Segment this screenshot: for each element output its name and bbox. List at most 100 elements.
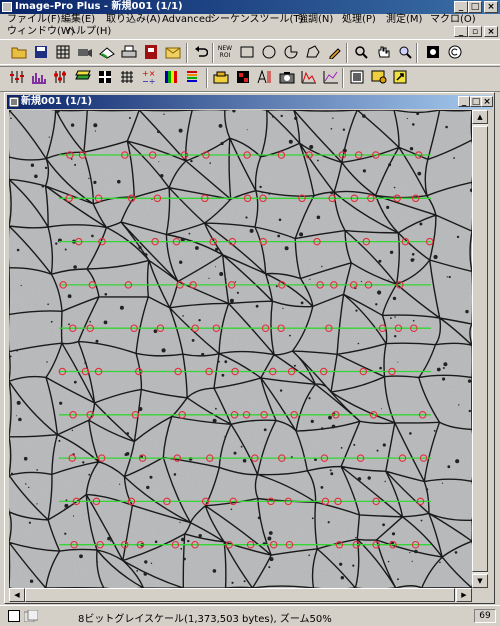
status-select-icon[interactable] bbox=[8, 610, 20, 622]
close-button[interactable]: × bbox=[484, 1, 498, 13]
scroll-left-arrow-icon[interactable]: ◀ bbox=[9, 588, 25, 602]
pit-speck bbox=[73, 265, 77, 269]
database-icon[interactable] bbox=[142, 43, 160, 61]
pit-speck bbox=[367, 476, 371, 480]
scroll-right-arrow-icon[interactable]: ▶ bbox=[456, 588, 472, 602]
grain-structure-canvas[interactable] bbox=[9, 110, 472, 588]
pit-speck bbox=[299, 232, 304, 237]
micrograph-image[interactable] bbox=[9, 110, 472, 588]
menu-process[interactable]: 処理(P) bbox=[342, 14, 376, 26]
grid-icon[interactable] bbox=[54, 43, 72, 61]
target-icon[interactable] bbox=[424, 43, 442, 61]
pit-speck bbox=[242, 458, 247, 463]
layers-icon[interactable] bbox=[74, 68, 92, 86]
pit-speck bbox=[263, 428, 267, 432]
bitmap-grid-icon[interactable] bbox=[118, 68, 136, 86]
segmentation-icon[interactable] bbox=[234, 68, 252, 86]
print-icon[interactable] bbox=[120, 43, 138, 61]
scroll-up-arrow-icon[interactable]: ▲ bbox=[472, 110, 488, 124]
vertical-scrollbar[interactable]: ▲ ▼ bbox=[472, 110, 488, 588]
magnifier-icon[interactable] bbox=[396, 43, 414, 61]
app-title-bar: Image-Pro Plus - 新規001 (1/1) _ □ × bbox=[0, 0, 500, 14]
menu-help[interactable]: ヘルプ(H) bbox=[66, 26, 111, 38]
pit-speck bbox=[144, 253, 148, 257]
pan-hand-icon[interactable] bbox=[374, 43, 392, 61]
rectangle-tool-icon[interactable] bbox=[238, 43, 256, 61]
new-roi-button[interactable]: NEW ROI bbox=[216, 43, 234, 61]
pit-speck bbox=[388, 279, 390, 281]
doc-restore-button[interactable]: ▫ bbox=[468, 26, 482, 37]
pit-speck bbox=[294, 116, 298, 120]
pit-speck bbox=[18, 417, 22, 422]
pen-tool-icon[interactable] bbox=[326, 43, 344, 61]
snapshot-icon[interactable] bbox=[278, 68, 296, 86]
menu-edit[interactable]: 編集(E) bbox=[61, 14, 95, 26]
pit-speck bbox=[64, 503, 69, 508]
level-adjust-icon[interactable] bbox=[8, 68, 26, 86]
menu-sequence-tools[interactable]: シーケンスツール(T) bbox=[210, 14, 303, 26]
save-icon[interactable] bbox=[32, 43, 50, 61]
doc-minimize-button[interactable]: _ bbox=[454, 26, 468, 37]
undo-icon[interactable] bbox=[192, 43, 210, 61]
pit-speck bbox=[208, 277, 210, 279]
vertical-scroll-thumb[interactable] bbox=[472, 126, 488, 572]
crosshair-icon[interactable] bbox=[96, 68, 114, 86]
line-profile-icon[interactable] bbox=[300, 68, 318, 86]
minimize-button[interactable]: _ bbox=[454, 1, 468, 13]
freehand-tool-icon[interactable] bbox=[282, 43, 300, 61]
polygon-tool-icon[interactable] bbox=[304, 43, 322, 61]
menu-enhance[interactable]: 強調(N) bbox=[298, 14, 333, 26]
pit-speck bbox=[388, 163, 392, 167]
pit-speck bbox=[386, 205, 390, 209]
menu-acquire[interactable]: 取り込み(A) bbox=[106, 14, 161, 26]
pit-speck bbox=[439, 561, 441, 564]
horizontal-scrollbar[interactable]: ◀ ▶ bbox=[9, 588, 472, 602]
copyright-icon[interactable] bbox=[446, 43, 464, 61]
macro-icon[interactable] bbox=[370, 68, 388, 86]
open-icon[interactable] bbox=[10, 43, 28, 61]
scanner-icon[interactable] bbox=[98, 43, 116, 61]
maximize-button[interactable]: □ bbox=[468, 1, 482, 13]
menu-window[interactable]: ウィンドウ(W) bbox=[7, 26, 75, 38]
pit-speck bbox=[454, 551, 458, 554]
pit-speck bbox=[433, 430, 436, 432]
pit-speck bbox=[103, 320, 108, 325]
doc-window-minimize-button[interactable]: _ bbox=[458, 96, 470, 107]
ellipse-tool-icon[interactable] bbox=[260, 43, 278, 61]
doc-window-close-button[interactable]: × bbox=[481, 96, 493, 107]
pit-speck bbox=[23, 456, 28, 461]
doc-close-button[interactable]: × bbox=[484, 26, 498, 37]
pit-speck bbox=[360, 280, 362, 283]
palette-bars-icon[interactable] bbox=[184, 68, 202, 86]
menu-macro[interactable]: マクロ(O) bbox=[430, 14, 476, 26]
menu-file[interactable]: ファイル(F) bbox=[7, 14, 61, 26]
camera-icon[interactable] bbox=[76, 43, 94, 61]
histogram-icon[interactable] bbox=[30, 68, 48, 86]
color-table-icon[interactable] bbox=[162, 68, 180, 86]
zoom-icon[interactable] bbox=[352, 43, 370, 61]
arithmetic-icon[interactable]: +× −÷ bbox=[140, 68, 158, 86]
graph-icon[interactable] bbox=[322, 68, 340, 86]
pit-speck bbox=[48, 136, 50, 138]
filter-icon[interactable] bbox=[52, 68, 70, 86]
pit-speck bbox=[215, 247, 219, 251]
menu-measure[interactable]: 測定(M) bbox=[386, 14, 422, 26]
pit-speck bbox=[119, 305, 124, 310]
horizontal-scroll-thumb[interactable] bbox=[25, 588, 455, 602]
pit-speck bbox=[391, 532, 396, 536]
menu-advanced[interactable]: Advanced bbox=[162, 14, 211, 26]
pit-speck bbox=[74, 163, 77, 166]
mail-icon[interactable] bbox=[164, 43, 182, 61]
pit-speck bbox=[409, 552, 411, 554]
pit-speck bbox=[448, 275, 451, 279]
image-window-icon[interactable] bbox=[348, 68, 366, 86]
measure-label-icon[interactable] bbox=[256, 68, 274, 86]
count-objects-icon[interactable] bbox=[212, 68, 230, 86]
pit-speck bbox=[441, 482, 444, 484]
scroll-down-arrow-icon[interactable]: ▼ bbox=[472, 574, 488, 588]
export-icon[interactable] bbox=[392, 68, 410, 86]
status-info: 8ビットグレイスケール(1,373,503 bytes), ズーム50% bbox=[78, 614, 332, 625]
app-icon[interactable] bbox=[2, 2, 12, 12]
status-pages-icon[interactable] bbox=[23, 609, 39, 623]
pit-speck bbox=[157, 130, 160, 134]
